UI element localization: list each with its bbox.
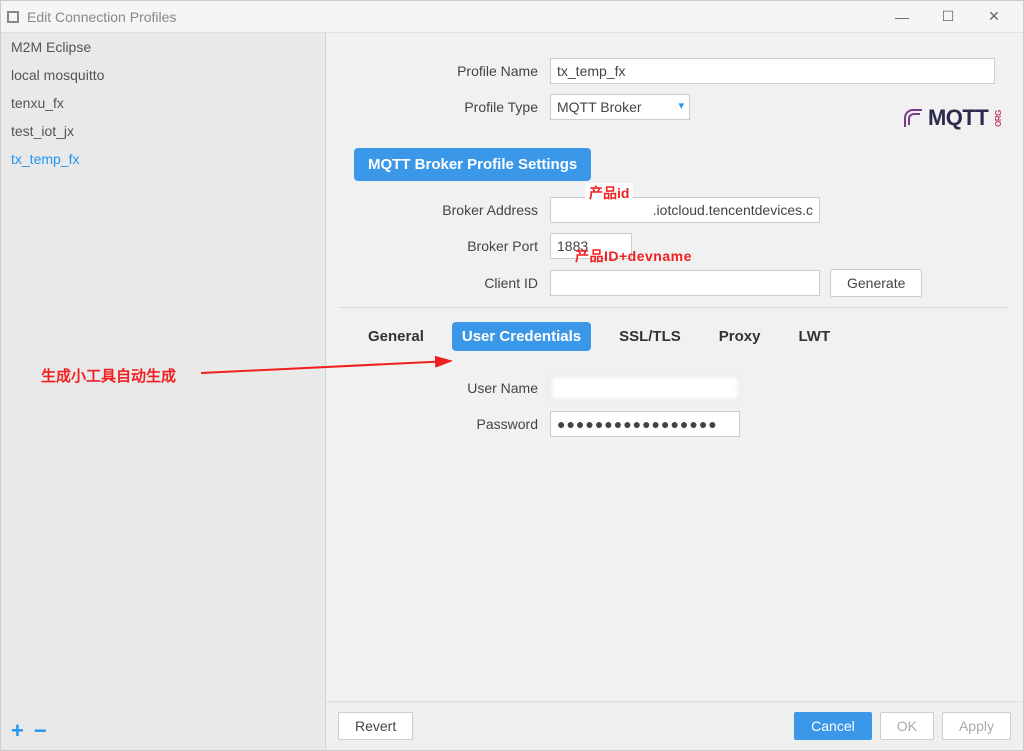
profile-list: M2M Eclipse local mosquitto tenxu_fx tes… [1, 33, 325, 712]
tab-proxy[interactable]: Proxy [709, 322, 771, 351]
profile-item-selected[interactable]: tx_temp_fx [1, 145, 325, 173]
maximize-button[interactable]: ☐ [925, 1, 971, 33]
app-icon [7, 11, 19, 23]
password-label: Password [340, 416, 550, 432]
mqtt-logo-org: ORG [994, 110, 1003, 127]
window-title: Edit Connection Profiles [27, 9, 879, 25]
footer: Revert Cancel OK Apply [326, 701, 1023, 750]
divider [340, 307, 1009, 308]
username-label: User Name [340, 380, 550, 396]
client-id-input[interactable] [550, 270, 820, 296]
tab-user-credentials[interactable]: User Credentials [452, 322, 591, 351]
profile-type-label: Profile Type [340, 99, 550, 115]
password-input[interactable] [550, 411, 740, 437]
client-id-label: Client ID [340, 275, 550, 291]
username-input[interactable] [550, 375, 740, 401]
content: Profile Name Profile Type MQTT Broker MQ… [326, 33, 1023, 701]
minimize-button[interactable]: — [879, 1, 925, 33]
tab-bar: General User Credentials SSL/TLS Proxy L… [340, 322, 1009, 351]
generate-button[interactable]: Generate [830, 269, 922, 297]
remove-profile-button[interactable]: − [34, 718, 47, 744]
profile-item[interactable]: local mosquitto [1, 61, 325, 89]
profile-type-select[interactable]: MQTT Broker [550, 94, 690, 120]
mqtt-arc-icon [902, 107, 924, 129]
broker-address-input[interactable] [550, 197, 820, 223]
profile-item[interactable]: tenxu_fx [1, 89, 325, 117]
profile-item[interactable]: M2M Eclipse [1, 33, 325, 61]
profile-name-label: Profile Name [340, 63, 550, 79]
close-button[interactable]: ✕ [971, 1, 1017, 33]
profile-name-input[interactable] [550, 58, 995, 84]
section-header: MQTT Broker Profile Settings [354, 148, 591, 181]
main-panel: Profile Name Profile Type MQTT Broker MQ… [326, 33, 1023, 750]
profile-item[interactable]: test_iot_jx [1, 117, 325, 145]
mqtt-logo-text: MQTT [928, 105, 988, 131]
tab-lwt[interactable]: LWT [788, 322, 840, 351]
add-profile-button[interactable]: + [11, 718, 24, 744]
titlebar: Edit Connection Profiles — ☐ ✕ [1, 1, 1023, 33]
broker-port-input[interactable] [550, 233, 632, 259]
broker-port-label: Broker Port [340, 238, 550, 254]
apply-button[interactable]: Apply [942, 712, 1011, 740]
revert-button[interactable]: Revert [338, 712, 413, 740]
sidebar: M2M Eclipse local mosquitto tenxu_fx tes… [1, 33, 326, 750]
tab-ssl-tls[interactable]: SSL/TLS [609, 322, 691, 351]
cancel-button[interactable]: Cancel [794, 712, 872, 740]
broker-address-label: Broker Address [340, 202, 550, 218]
sidebar-actions: + − [1, 712, 325, 750]
ok-button[interactable]: OK [880, 712, 934, 740]
tab-general[interactable]: General [358, 322, 434, 351]
mqtt-logo: MQTT ORG [902, 105, 1009, 131]
